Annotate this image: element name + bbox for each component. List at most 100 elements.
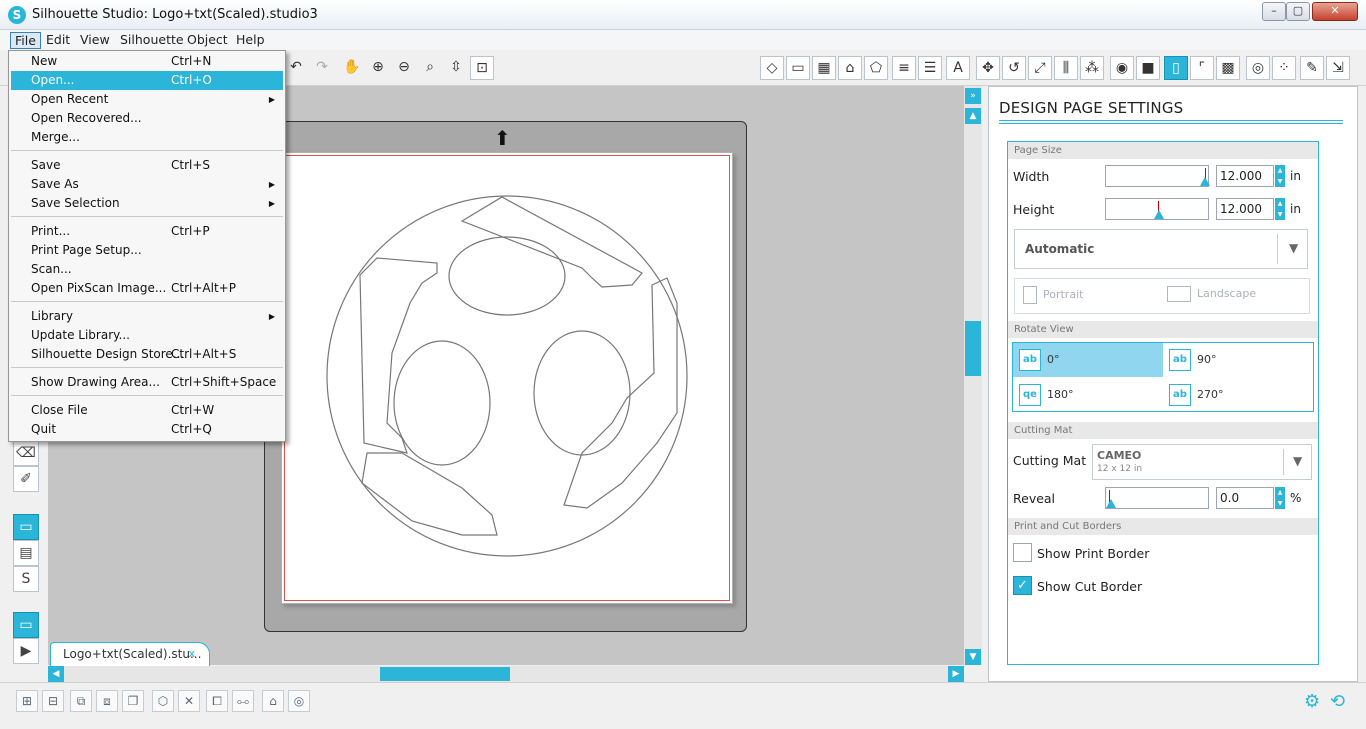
offset-bottom-icon[interactable]: ◎: [288, 690, 310, 712]
rotate-270-option[interactable]: ab 270°: [1163, 378, 1313, 412]
gear-icon[interactable]: ⚙: [1304, 691, 1320, 712]
refresh-icon[interactable]: ⟲: [1330, 691, 1345, 712]
bring-forward-icon[interactable]: ⧠: [206, 690, 228, 712]
rotate-180-option[interactable]: qe 180°: [1013, 378, 1163, 412]
menu-item-print[interactable]: Print... Ctrl+P: [11, 222, 283, 241]
collapse-panel-icon[interactable]: »: [965, 88, 981, 104]
rotate-icon[interactable]: ↺: [1002, 56, 1026, 80]
height-slider-handle[interactable]: [1154, 210, 1164, 219]
weld-icon[interactable]: ⬡: [152, 690, 174, 712]
show-print-border-checkbox[interactable]: [1013, 543, 1032, 562]
menu-item-quit[interactable]: Quit Ctrl+Q: [11, 420, 283, 439]
height-field[interactable]: 12.000: [1216, 198, 1274, 220]
menu-object[interactable]: Object: [183, 32, 232, 49]
height-up-icon[interactable]: ▲: [1275, 198, 1285, 209]
scroll-left-icon[interactable]: ◀: [48, 666, 64, 682]
replicate-icon[interactable]: ⁂: [1080, 56, 1104, 80]
zoom-out-icon[interactable]: ⊖: [392, 56, 416, 80]
height-down-icon[interactable]: ▼: [1275, 209, 1285, 220]
store-icon[interactable]: ■: [1136, 56, 1160, 80]
silhouette-store-icon[interactable]: S: [13, 566, 39, 592]
rotate-0-option[interactable]: ab 0°: [1013, 343, 1163, 377]
zoom-in-icon[interactable]: ⊕: [366, 56, 390, 80]
width-stepper[interactable]: ▲ ▼: [1275, 165, 1285, 187]
scroll-down-icon[interactable]: ▼: [965, 649, 981, 665]
page-size-dropdown[interactable]: Automatic ▼: [1014, 229, 1308, 269]
duplicate-icon[interactable]: ❐: [122, 690, 144, 712]
line-color-icon[interactable]: ≡: [892, 56, 916, 80]
width-field[interactable]: 12.000: [1216, 165, 1274, 187]
menu-item-print-page-setup[interactable]: Print Page Setup...: [11, 241, 283, 260]
pan-hand-icon[interactable]: ✋: [340, 56, 364, 80]
release-compound-icon[interactable]: ⧈: [96, 690, 118, 712]
eraser-icon[interactable]: ⌫: [13, 440, 39, 466]
delete-icon[interactable]: ✕: [178, 690, 200, 712]
grid-icon[interactable]: ▩: [1216, 56, 1240, 80]
close-tab-icon[interactable]: x: [188, 643, 195, 665]
menu-item-design-store[interactable]: Silhouette Design Store... Ctrl+Alt+S: [11, 345, 283, 364]
trace-icon[interactable]: ◎: [1246, 56, 1270, 80]
menu-item-open-recovered[interactable]: Open Recovered...: [11, 109, 283, 128]
menu-silhouette[interactable]: Silhouette: [116, 32, 188, 49]
horizontal-scrollbar[interactable]: ◀ ▶: [48, 666, 964, 682]
menu-item-library[interactable]: Library ▶: [11, 307, 283, 326]
undo-icon[interactable]: ↶: [284, 56, 308, 80]
registration-marks-icon[interactable]: ⌜: [1190, 56, 1214, 80]
close-window-button[interactable]: ✕: [1312, 2, 1358, 21]
cutting-mat-dropdown[interactable]: CAMEO 12 x 12 in ▼: [1092, 444, 1312, 480]
zoom-fit-icon[interactable]: ⊡: [470, 56, 494, 80]
library-book-icon[interactable]: ▤: [13, 540, 39, 566]
landscape-option[interactable]: Landscape: [1167, 286, 1256, 302]
menu-item-new[interactable]: New Ctrl+N: [11, 52, 283, 71]
menu-item-scan[interactable]: Scan...: [11, 260, 283, 279]
redo-icon[interactable]: ↷: [310, 56, 334, 80]
send-backward-icon[interactable]: ⧟: [232, 690, 254, 712]
design-page[interactable]: [281, 152, 733, 604]
reveal-field[interactable]: 0.0: [1216, 487, 1274, 509]
fill-gradient-icon[interactable]: ⌂: [838, 56, 862, 80]
height-stepper[interactable]: ▲ ▼: [1275, 198, 1285, 220]
scale-icon[interactable]: ⤢: [1028, 56, 1052, 80]
menu-view[interactable]: View: [76, 32, 114, 49]
maximize-button[interactable]: ▢: [1286, 2, 1310, 21]
menu-item-show-drawing-area[interactable]: Show Drawing Area... Ctrl+Shift+Space: [11, 373, 283, 392]
eraser-fill-icon[interactable]: ◇: [760, 56, 784, 80]
width-slider[interactable]: [1105, 165, 1210, 187]
menu-file[interactable]: File: [10, 32, 41, 49]
zoom-box-icon[interactable]: ⌕: [418, 56, 442, 80]
fill-pattern-icon[interactable]: ▦: [812, 56, 836, 80]
reveal-up-icon[interactable]: ▲: [1275, 487, 1285, 498]
vertical-scrollbar[interactable]: » ▲ ▼: [964, 86, 982, 665]
ungroup-icon[interactable]: ⊟: [42, 690, 64, 712]
height-slider[interactable]: [1105, 198, 1209, 220]
width-slider-handle[interactable]: [1200, 177, 1210, 186]
show-cut-border-checkbox[interactable]: ✓: [1013, 576, 1032, 595]
group-icon[interactable]: ⊞: [16, 690, 38, 712]
play-icon[interactable]: ▶: [13, 638, 39, 664]
menu-item-open[interactable]: Open... Ctrl+O: [11, 71, 283, 90]
reveal-stepper[interactable]: ▲ ▼: [1275, 487, 1285, 509]
library-icon[interactable]: ◉: [1110, 56, 1134, 80]
zoom-drag-icon[interactable]: ⇳: [444, 56, 468, 80]
menu-item-close-file[interactable]: Close File Ctrl+W: [11, 401, 283, 420]
width-down-icon[interactable]: ▼: [1275, 176, 1285, 187]
line-style-icon[interactable]: ☰: [918, 56, 942, 80]
menu-item-open-recent[interactable]: Open Recent ▶: [11, 90, 283, 109]
reveal-slider[interactable]: [1105, 487, 1209, 509]
reveal-slider-handle[interactable]: [1106, 499, 1116, 508]
scroll-up-icon[interactable]: ▲: [965, 108, 981, 124]
cut-settings-icon[interactable]: ✎: [1300, 56, 1324, 80]
portrait-option[interactable]: Portrait: [1023, 286, 1083, 304]
align-icon[interactable]: ⫼: [1054, 56, 1078, 80]
menu-item-save-selection[interactable]: Save Selection ▶: [11, 194, 283, 213]
menu-item-merge[interactable]: Merge...: [11, 128, 283, 147]
menu-item-open-pixscan[interactable]: Open PixScan Image... Ctrl+Alt+P: [11, 279, 283, 298]
logo-design[interactable]: [282, 153, 734, 605]
send-to-silhouette-icon[interactable]: ⇲: [1326, 56, 1350, 80]
horizontal-scroll-thumb[interactable]: [380, 667, 510, 681]
minimize-button[interactable]: –: [1262, 2, 1286, 21]
scroll-right-icon[interactable]: ▶: [948, 666, 964, 682]
menu-item-save-as[interactable]: Save As ▶: [11, 175, 283, 194]
menu-edit[interactable]: Edit: [42, 32, 74, 49]
menu-item-update-library[interactable]: Update Library...: [11, 326, 283, 345]
